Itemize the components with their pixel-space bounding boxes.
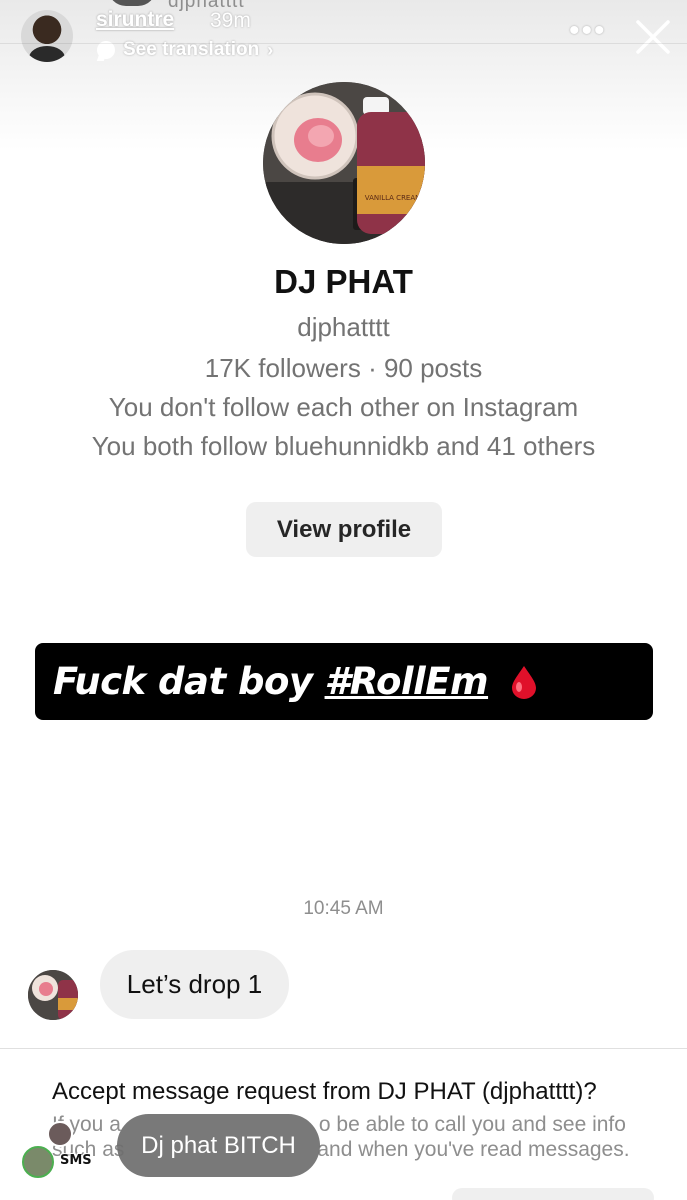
request-body-line2-right: and when you've read messages.	[317, 1138, 630, 1161]
message-bubble[interactable]: Let’s drop 1	[100, 950, 289, 1019]
accept-button[interactable]	[452, 1188, 654, 1200]
story-header: djphatttt siruntre 39m See translation ›…	[0, 0, 687, 80]
reply-sticker-text: SMS	[60, 1153, 92, 1168]
sender-avatar[interactable]	[28, 970, 78, 1020]
request-divider	[0, 1048, 687, 1049]
view-profile-button[interactable]: View profile	[246, 502, 442, 557]
profile-name: DJ PHAT	[274, 263, 413, 300]
profile-picture[interactable]: VANILLA CREAM	[263, 82, 425, 244]
story-reply-pill: Dj phat BITCH	[117, 1114, 320, 1177]
reply-sticker-face	[47, 1121, 73, 1147]
request-body-line1-right: o be able to call you and see info	[318, 1113, 626, 1136]
story-author-username[interactable]: siruntre	[96, 8, 174, 32]
story-caption: Fuck dat boy #RollEm	[35, 643, 653, 720]
header-divider	[0, 43, 687, 44]
follow-status: You don't follow each other on Instagram	[108, 392, 579, 422]
caption-text: Fuck dat boy	[53, 660, 313, 703]
profile-stats: 17K followers · 90 posts	[204, 353, 483, 383]
previous-story-avatar	[108, 0, 156, 6]
story-time-ago: 39m	[210, 9, 251, 32]
message-request-title: Accept message request from DJ PHAT (djp…	[52, 1078, 597, 1105]
bottle-label: VANILLA CREAM	[365, 194, 421, 202]
chat-timestamp: 10:45 AM	[303, 898, 384, 919]
story-author-avatar[interactable]	[21, 10, 73, 62]
caption-hashtag[interactable]: #RollEm	[325, 660, 489, 703]
mutual-followers[interactable]: You both follow bluehunnidkb and 41 othe…	[0, 431, 687, 462]
profile-handle: djphatttt	[297, 312, 390, 342]
reply-sticker-avatar	[22, 1146, 54, 1178]
drop-of-blood-icon	[512, 665, 537, 699]
close-icon[interactable]	[634, 18, 672, 56]
more-icon[interactable]: •••	[569, 16, 607, 46]
